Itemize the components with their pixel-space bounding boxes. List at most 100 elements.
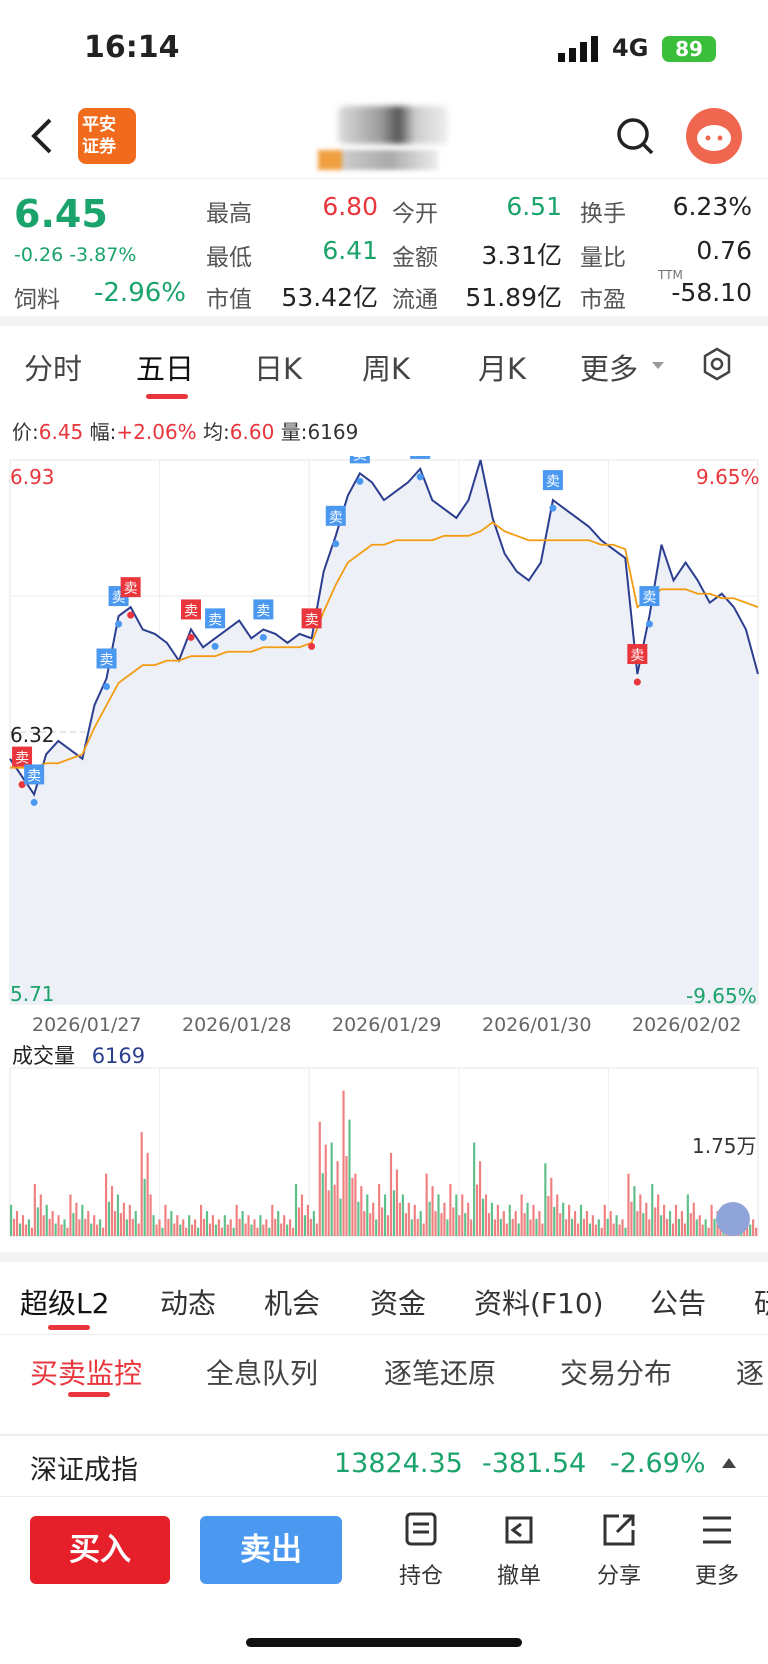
fullscreen-icon[interactable] [716, 1202, 750, 1236]
volume-bar [470, 1219, 473, 1236]
chart-tab[interactable]: 日K [254, 346, 302, 388]
volume-chart[interactable] [0, 1066, 768, 1242]
volume-bar [78, 1219, 81, 1236]
expand-up-icon[interactable] [720, 1456, 738, 1470]
chart-tab[interactable]: 分时 [24, 346, 82, 388]
detail-tab[interactable]: 动态 [160, 1282, 216, 1322]
chart-tab[interactable]: 周K [362, 346, 410, 388]
detail-tab[interactable]: 研 [754, 1282, 768, 1322]
chart-tab[interactable]: 更多 [580, 346, 638, 388]
volume-bar [226, 1224, 229, 1236]
volume-bar [603, 1204, 606, 1236]
volume-bar [532, 1204, 535, 1236]
volume-bar [591, 1215, 594, 1236]
volume-bar [710, 1204, 713, 1236]
volume-bar [381, 1207, 384, 1236]
volume-bar [490, 1202, 494, 1236]
volume-bar [104, 1173, 108, 1236]
search-icon[interactable] [615, 116, 655, 156]
volume-bar [110, 1186, 114, 1236]
volume-bar [458, 1215, 461, 1236]
volume-bar [60, 1224, 63, 1236]
volume-bar [416, 1218, 419, 1236]
toolbar-item[interactable]: 撤单 [484, 1510, 554, 1590]
volume-bar [541, 1223, 544, 1236]
info-avg: 6.60 [229, 420, 275, 444]
sector-name[interactable]: 饲料 [14, 280, 60, 314]
trade-point [103, 682, 111, 690]
volume-bar [375, 1219, 378, 1236]
volume-bar [683, 1223, 686, 1236]
volume-bar [517, 1223, 520, 1236]
detail-tab[interactable]: 资料(F10) [474, 1282, 604, 1322]
index-change: -381.54 [482, 1448, 587, 1479]
detail-tab[interactable]: 超级L2 [20, 1282, 109, 1322]
volume-bar [384, 1194, 387, 1236]
battery-icon: 89 [662, 36, 716, 62]
volume-bar [422, 1223, 425, 1236]
volume-bar [455, 1194, 458, 1236]
volume-bar [24, 1224, 28, 1236]
volume-bar [208, 1223, 212, 1236]
volume-bar [170, 1211, 173, 1236]
settings-gear-icon[interactable] [700, 347, 734, 381]
volume-bar [484, 1194, 488, 1236]
info-price-label: 价: [12, 420, 39, 444]
volume-bar [48, 1218, 51, 1236]
more-dropdown-icon[interactable] [652, 362, 664, 369]
volume-bar [749, 1224, 752, 1236]
volume-bar [698, 1215, 701, 1236]
date-label: 2026/01/30 [482, 1014, 592, 1036]
back-arrow-icon[interactable] [24, 112, 60, 160]
trade-marker-label: 卖 [208, 612, 222, 628]
volume-bar [633, 1186, 636, 1236]
volume-bar [636, 1211, 639, 1236]
toolbar-item[interactable]: 更多 [682, 1510, 752, 1590]
volume-bar [372, 1202, 375, 1236]
volume-bar [113, 1211, 117, 1236]
sub-tab[interactable]: 逐 [736, 1352, 764, 1392]
volume-bar [119, 1213, 122, 1236]
toolbar-item[interactable]: 分享 [584, 1510, 654, 1590]
volume-bar [707, 1227, 710, 1236]
sub-tab[interactable]: 交易分布 [560, 1352, 672, 1392]
volume-bar [247, 1215, 250, 1236]
chart-info-line: 价:6.45 幅:+2.06% 均:6.60 量:6169 [12, 416, 358, 445]
volume-bar [327, 1190, 330, 1236]
trade-marker-label: 卖 [353, 456, 367, 463]
trade-marker-label: 卖 [642, 590, 656, 606]
trade-marker-label: 卖 [329, 510, 343, 526]
chart-tab[interactable]: 月K [478, 346, 526, 388]
sub-tab[interactable]: 全息队列 [206, 1352, 318, 1392]
index-value: 13824.35 [334, 1448, 463, 1479]
sector-change: -2.96% [94, 278, 186, 308]
volume-bar [600, 1227, 603, 1236]
volume-bar [297, 1207, 301, 1236]
buy-button[interactable]: 买入 [30, 1516, 170, 1584]
volume-bar [324, 1144, 327, 1236]
stat-label: 今开 [392, 201, 438, 227]
sub-tab[interactable]: 买卖监控 [30, 1352, 142, 1392]
index-name[interactable]: 深证成指 [30, 1448, 138, 1487]
assistant-avatar-icon[interactable] [686, 108, 742, 164]
volume-bar [568, 1204, 571, 1236]
volume-bar [630, 1201, 633, 1236]
sub-tab-indicator [68, 1392, 110, 1397]
volume-bar [642, 1213, 645, 1236]
trade-marker-label: 卖 [100, 652, 114, 668]
detail-tab[interactable]: 资金 [370, 1282, 426, 1322]
stock-name-blurred[interactable] [338, 106, 448, 144]
volume-bar [244, 1223, 247, 1236]
volume-bar [473, 1142, 476, 1236]
volume-bar [223, 1215, 226, 1236]
sell-button[interactable]: 卖出 [200, 1516, 342, 1584]
sub-tab[interactable]: 逐笔还原 [384, 1352, 496, 1392]
volume-bar [268, 1227, 271, 1236]
volume-bar [309, 1218, 312, 1236]
chart-tab[interactable]: 五日 [136, 346, 194, 388]
detail-tab[interactable]: 机会 [264, 1282, 320, 1322]
detail-tab[interactable]: 公告 [650, 1282, 706, 1322]
trade-point [356, 477, 364, 485]
toolbar-item[interactable]: 持仓 [386, 1510, 456, 1590]
five-day-price-chart[interactable]: 卖卖卖卖卖卖卖卖卖卖卖卖卖卖卖 [0, 456, 768, 1016]
